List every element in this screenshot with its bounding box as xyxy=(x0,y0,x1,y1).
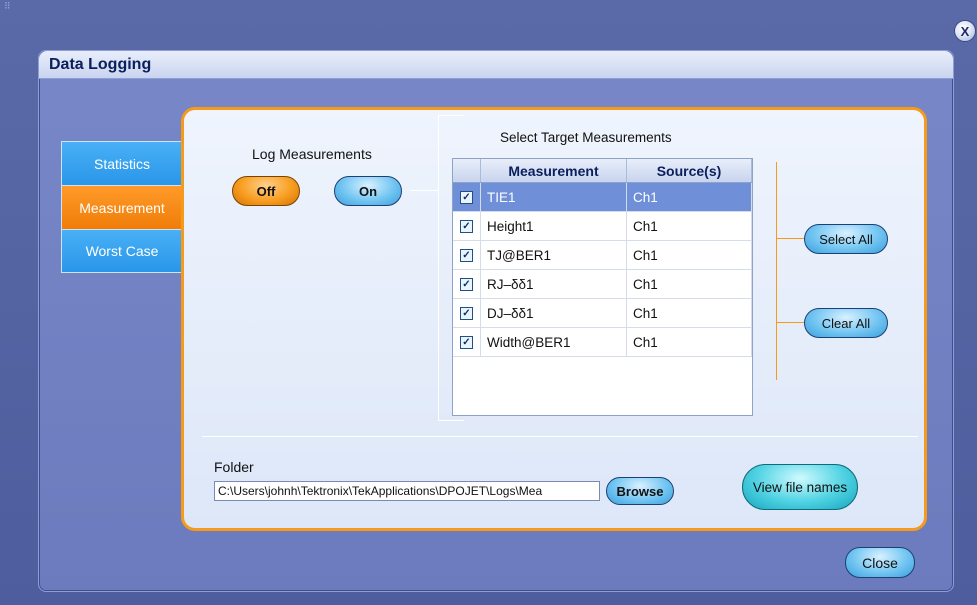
measurement-cell: TIE1 xyxy=(481,183,627,211)
measurement-cell: DJ–δδ1 xyxy=(481,299,627,327)
clear-all-connector xyxy=(776,322,806,323)
row-checkbox[interactable]: ✓ xyxy=(460,277,473,291)
source-cell: Ch1 xyxy=(627,270,752,298)
target-bracket-top xyxy=(438,115,464,116)
clear-all-button[interactable]: Clear All xyxy=(804,308,888,338)
row-checkbox[interactable]: ✓ xyxy=(460,335,473,349)
target-measurements-title: Select Target Measurements xyxy=(500,130,672,145)
table-row[interactable]: ✓ RJ–δδ1 Ch1 xyxy=(453,270,752,299)
select-all-connector xyxy=(776,238,806,239)
measurement-cell: Width@BER1 xyxy=(481,328,627,356)
tab-worst-case[interactable]: Worst Case xyxy=(61,229,183,273)
browse-button[interactable]: Browse xyxy=(606,477,674,505)
select-all-button[interactable]: Select All xyxy=(804,224,888,254)
measurement-cell: TJ@BER1 xyxy=(481,241,627,269)
table-row[interactable]: ✓ Width@BER1 Ch1 xyxy=(453,328,752,357)
table-row[interactable]: ✓ TIE1 Ch1 xyxy=(453,183,752,212)
log-measurements-label: Log Measurements xyxy=(252,146,372,162)
row-checkbox[interactable]: ✓ xyxy=(460,219,473,233)
table-row[interactable]: ✓ Height1 Ch1 xyxy=(453,212,752,241)
header-measurement: Measurement xyxy=(481,159,627,182)
target-bracket-bottom xyxy=(438,420,464,421)
source-cell: Ch1 xyxy=(627,212,752,240)
measurement-panel: Log Measurements Off On Select Target Me… xyxy=(181,107,927,531)
row-checkbox[interactable]: ✓ xyxy=(460,248,473,262)
tab-statistics[interactable]: Statistics xyxy=(61,141,183,185)
resize-grip-icon: ⠿ xyxy=(4,1,12,11)
log-on-button[interactable]: On xyxy=(334,176,402,206)
source-cell: Ch1 xyxy=(627,328,752,356)
side-tabs: Statistics Measurement Worst Case xyxy=(61,141,183,273)
connector-line xyxy=(410,190,438,191)
target-bracket-vertical xyxy=(438,115,439,421)
close-button[interactable]: Close xyxy=(845,547,915,578)
table-header: Measurement Source(s) xyxy=(453,159,752,183)
window-close-button[interactable]: X xyxy=(954,20,976,42)
table-row[interactable]: ✓ DJ–δδ1 Ch1 xyxy=(453,299,752,328)
table-row[interactable]: ✓ TJ@BER1 Ch1 xyxy=(453,241,752,270)
source-cell: Ch1 xyxy=(627,241,752,269)
view-file-names-button[interactable]: View file names xyxy=(742,464,858,510)
folder-label: Folder xyxy=(214,459,254,475)
dialog-title: Data Logging xyxy=(49,56,152,73)
folder-separator xyxy=(202,436,918,437)
folder-path-input[interactable] xyxy=(214,481,600,501)
select-bracket-vertical xyxy=(776,162,777,380)
measurement-cell: RJ–δδ1 xyxy=(481,270,627,298)
source-cell: Ch1 xyxy=(627,299,752,327)
tab-measurement[interactable]: Measurement xyxy=(61,185,183,229)
log-off-button[interactable]: Off xyxy=(232,176,300,206)
row-checkbox[interactable]: ✓ xyxy=(460,190,473,204)
row-checkbox[interactable]: ✓ xyxy=(460,306,473,320)
header-checkbox-column xyxy=(453,159,481,182)
measurement-table: Measurement Source(s) ✓ TIE1 Ch1 ✓ Heigh… xyxy=(452,158,753,416)
header-sources: Source(s) xyxy=(627,159,752,182)
measurement-cell: Height1 xyxy=(481,212,627,240)
data-logging-dialog: Data Logging Statistics Measurement Wors… xyxy=(38,50,954,592)
dialog-titlebar: Data Logging xyxy=(39,51,953,79)
source-cell: Ch1 xyxy=(627,183,752,211)
